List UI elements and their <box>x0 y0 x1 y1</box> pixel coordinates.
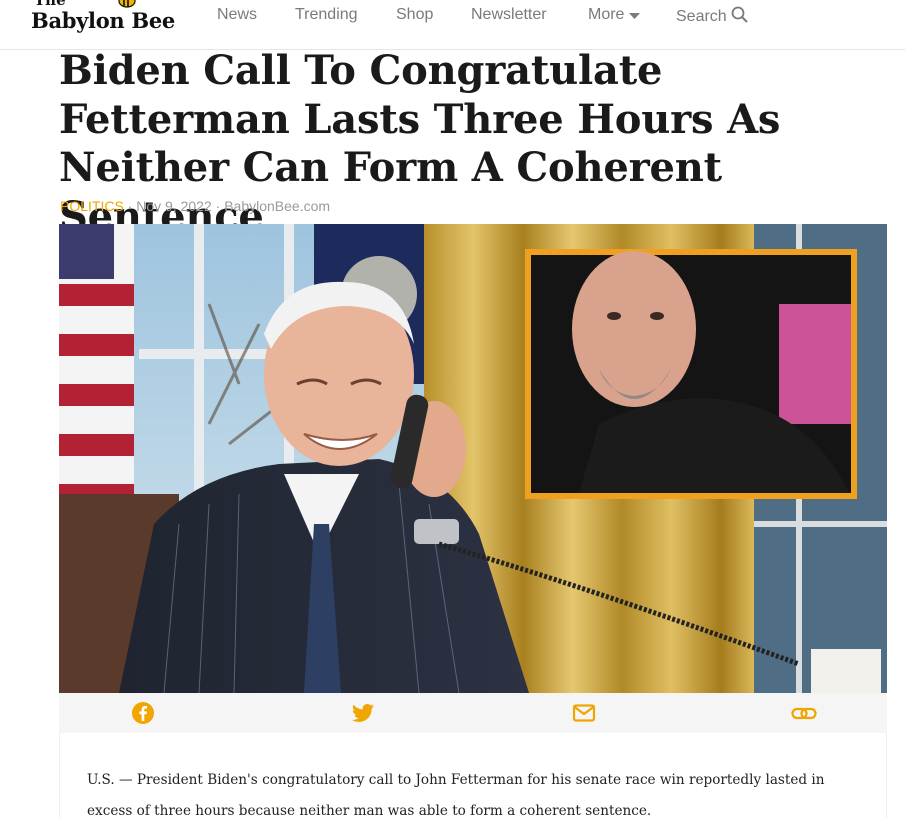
meta-separator-1: · <box>123 198 137 214</box>
share-bar <box>59 693 887 733</box>
bee-icon <box>118 0 136 8</box>
article-hero-image <box>59 224 887 693</box>
meta-separator-2: · <box>211 198 225 214</box>
facebook-icon[interactable] <box>130 701 156 725</box>
twitter-icon[interactable] <box>350 701 376 725</box>
article-paragraph: U.S. — President Biden's congratulatory … <box>87 772 825 818</box>
nav-search[interactable]: Search <box>676 6 748 26</box>
email-icon[interactable] <box>571 701 597 725</box>
nav-search-label: Search <box>676 8 727 25</box>
article-date: Nov 9, 2022 <box>136 198 212 214</box>
article-body: U.S. — President Biden's congratulatory … <box>59 733 887 818</box>
nav-trending[interactable]: Trending <box>295 6 358 24</box>
search-icon <box>731 6 748 23</box>
caret-down-icon <box>628 13 640 19</box>
article-meta: POLITICS · Nov 9, 2022 · BabylonBee.com <box>60 198 330 214</box>
nav-more-label: More <box>588 6 625 23</box>
article-category[interactable]: POLITICS <box>60 198 124 214</box>
nav-news[interactable]: News <box>217 6 257 24</box>
nav-shop[interactable]: Shop <box>396 6 433 24</box>
nav-newsletter[interactable]: Newsletter <box>471 6 547 24</box>
hero-illustration <box>59 224 887 693</box>
site-header: The Babylon Bee News Trending Shop Newsl… <box>0 0 905 50</box>
site-logo[interactable]: The Babylon Bee <box>31 0 181 44</box>
link-icon[interactable] <box>791 701 817 725</box>
article-source: BabylonBee.com <box>224 198 331 214</box>
nav-more[interactable]: More <box>588 6 640 24</box>
logo-name: Babylon Bee <box>31 8 175 33</box>
